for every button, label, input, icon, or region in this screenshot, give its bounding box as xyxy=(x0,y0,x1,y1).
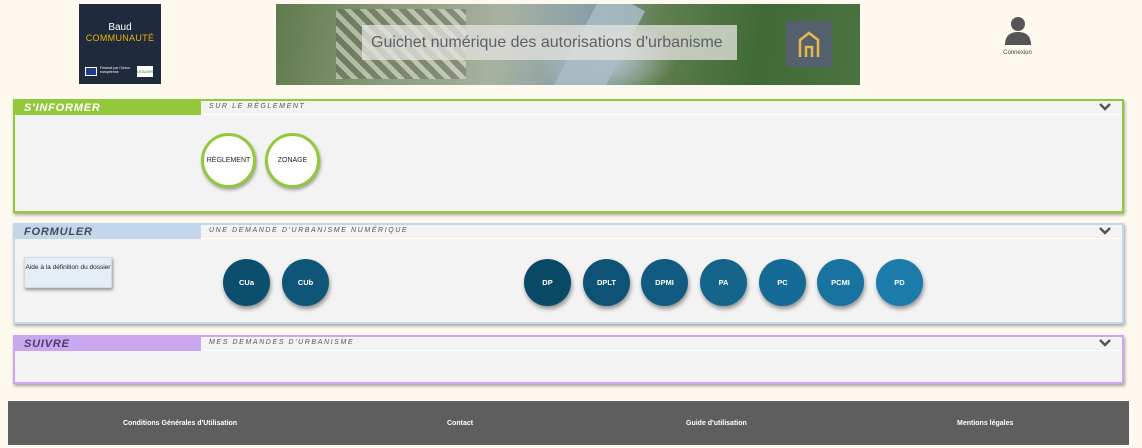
banner-title: Guichet numérique des autorisations d'ur… xyxy=(362,25,737,60)
section-suivre-subtitle: MES DEMANDES D'URBANISME xyxy=(209,339,355,346)
login-button[interactable]: Connexion xyxy=(990,15,1045,56)
leader-logo: LEADER xyxy=(137,66,153,77)
header-banner: Guichet numérique des autorisations d'ur… xyxy=(276,4,860,85)
section-formuler-subtitle: UNE DEMANDE D'URBANISME NUMÉRIQUE xyxy=(209,227,409,234)
chevron-down-icon[interactable] xyxy=(1098,337,1112,349)
dpmi-button[interactable]: DPMI xyxy=(641,259,688,306)
baud-communaute-logo: Baud COMMUNAUTÉ Financé par l'Union euro… xyxy=(79,4,161,84)
section-formuler-header[interactable]: FORMULER UNE DEMANDE D'URBANISME NUMÉRIQ… xyxy=(15,225,1122,239)
section-suivre: SUIVRE MES DEMANDES D'URBANISME xyxy=(13,335,1124,384)
zonage-button[interactable]: ZONAGE xyxy=(265,133,320,188)
pa-button[interactable]: PA xyxy=(700,259,747,306)
dplt-button[interactable]: DPLT xyxy=(583,259,630,306)
chevron-down-icon[interactable] xyxy=(1098,101,1112,113)
home-button[interactable] xyxy=(786,21,832,67)
section-formuler: FORMULER UNE DEMANDE D'URBANISME NUMÉRIQ… xyxy=(13,223,1124,324)
eu-flag-icon xyxy=(85,67,97,76)
login-label: Connexion xyxy=(1003,50,1032,56)
chevron-down-icon[interactable] xyxy=(1098,225,1112,237)
logo-line1: Baud xyxy=(108,22,132,33)
reglement-button[interactable]: RÈGLEMENT xyxy=(201,133,256,188)
dp-button[interactable]: DP xyxy=(524,259,571,306)
section-informer-title: S'INFORMER xyxy=(15,101,201,115)
user-icon xyxy=(1004,17,1031,45)
pcmi-button[interactable]: PCMI xyxy=(817,259,864,306)
cua-button[interactable]: CUa xyxy=(223,259,270,306)
aide-definition-dossier-button[interactable]: Aide à la définition du dossier xyxy=(24,257,112,288)
footer-link-guide[interactable]: Guide d'utilisation xyxy=(686,420,747,427)
pd-button[interactable]: PD xyxy=(876,259,923,306)
section-suivre-header[interactable]: SUIVRE MES DEMANDES D'URBANISME xyxy=(15,337,1122,351)
footer-link-contact[interactable]: Contact xyxy=(447,420,473,427)
section-informer: S'INFORMER SUR LE RÈGLEMENT RÈGLEMENT ZO… xyxy=(13,99,1124,213)
pc-button[interactable]: PC xyxy=(759,259,806,306)
footer-link-cgu[interactable]: Conditions Générales d'Utilisation xyxy=(123,420,237,427)
section-informer-subtitle: SUR LE RÈGLEMENT xyxy=(209,103,306,110)
cub-button[interactable]: CUb xyxy=(282,259,329,306)
logo-line2: COMMUNAUTÉ xyxy=(85,33,155,43)
section-suivre-title: SUIVRE xyxy=(15,337,201,351)
section-informer-header[interactable]: S'INFORMER SUR LE RÈGLEMENT xyxy=(15,101,1122,115)
home-icon xyxy=(798,31,820,57)
section-formuler-title: FORMULER xyxy=(15,225,201,239)
footer: Conditions Générales d'Utilisation Conta… xyxy=(8,401,1129,445)
footer-link-mentions-legales[interactable]: Mentions légales xyxy=(957,420,1013,427)
eu-funding-text: Financé par l'Union européenne xyxy=(100,66,131,74)
